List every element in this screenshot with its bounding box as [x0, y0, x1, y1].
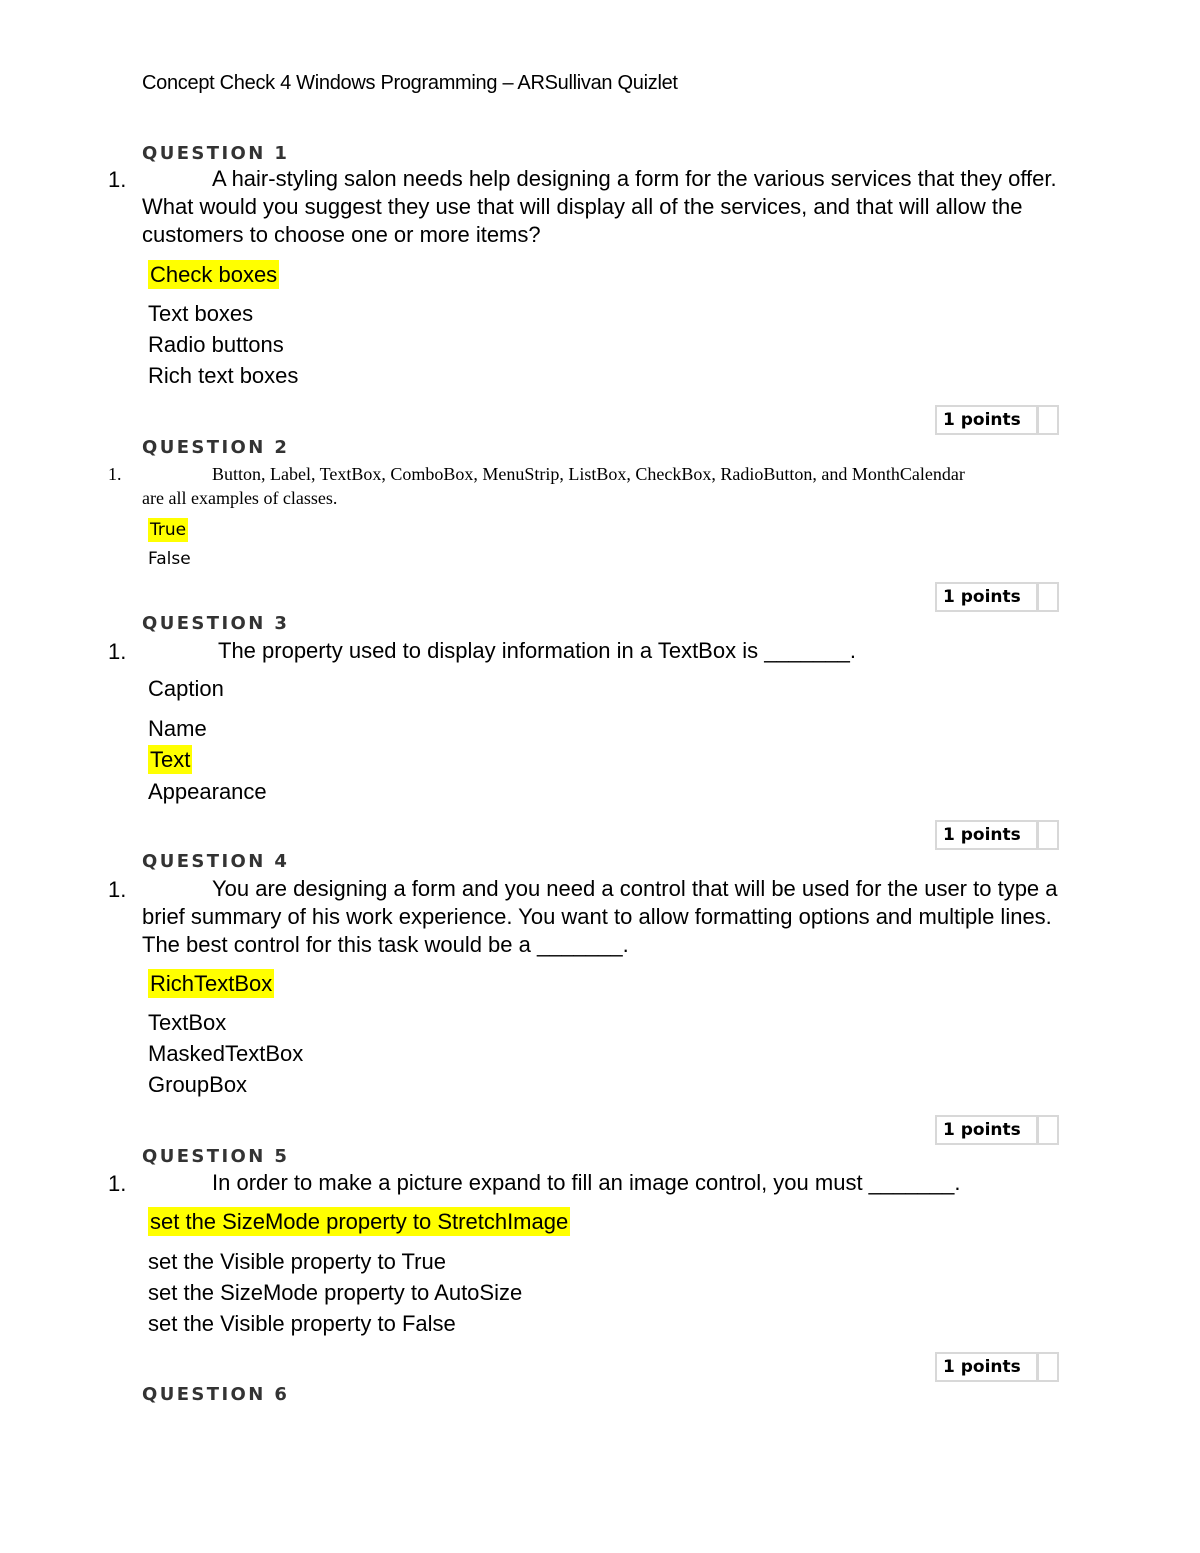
answer-option: TextBox — [148, 1010, 227, 1035]
answer-option: Text boxes — [148, 301, 254, 326]
question-text: Button, Label, TextBox, ComboBox, MenuSt… — [142, 464, 965, 508]
document-title: Concept Check 4 Windows Programming – AR… — [142, 72, 678, 94]
points-label: 1 points — [937, 822, 1039, 848]
answer-option: Name — [148, 716, 207, 741]
question-header: QUESTION 6 — [142, 1384, 290, 1405]
question-header: QUESTION 2 — [142, 437, 290, 458]
answer-option: MaskedTextBox — [148, 1041, 304, 1066]
question-header: QUESTION 5 — [142, 1146, 290, 1167]
points-label: 1 points — [937, 1117, 1039, 1143]
points-label: 1 points — [937, 584, 1039, 610]
answer-option-highlighted: Text — [148, 745, 193, 774]
points-input[interactable] — [1039, 407, 1057, 433]
question-text: The property used to display information… — [218, 638, 856, 663]
answer-option: Radio buttons — [148, 332, 284, 357]
answer-option: set the SizeMode property to AutoSize — [148, 1280, 523, 1305]
answer-option: Appearance — [148, 779, 267, 804]
points-box: 1 points — [935, 1115, 1059, 1145]
question-header: QUESTION 4 — [142, 851, 290, 872]
question-number: 1. — [108, 167, 127, 192]
question-number: 1. — [108, 464, 122, 484]
answer-option-highlighted: RichTextBox — [148, 969, 275, 998]
answer-option: set the Visible property to False — [148, 1311, 456, 1336]
answer-option-highlighted: set the SizeMode property to StretchImag… — [148, 1207, 571, 1236]
answer-option-highlighted: True — [148, 518, 189, 542]
answer-option: Caption — [148, 676, 224, 701]
points-box: 1 points — [935, 820, 1059, 850]
points-box: 1 points — [935, 582, 1059, 612]
answer-option: Rich text boxes — [148, 363, 299, 388]
points-input[interactable] — [1039, 1354, 1057, 1380]
answer-option: False — [148, 549, 191, 569]
question-text: In order to make a picture expand to fil… — [212, 1170, 961, 1195]
question-number: 1. — [108, 1171, 127, 1196]
question-header: QUESTION 1 — [142, 143, 290, 164]
points-box: 1 points — [935, 405, 1059, 435]
points-box: 1 points — [935, 1352, 1059, 1382]
question-number: 1. — [108, 877, 127, 902]
answer-option: set the Visible property to True — [148, 1249, 446, 1274]
question-number: 1. — [108, 639, 127, 664]
answer-option: GroupBox — [148, 1072, 248, 1097]
question-text: A hair-styling salon needs help designin… — [142, 166, 1057, 247]
points-input[interactable] — [1039, 584, 1057, 610]
question-text: You are designing a form and you need a … — [142, 876, 1058, 957]
points-label: 1 points — [937, 1354, 1039, 1380]
answer-option-highlighted: Check boxes — [148, 260, 280, 289]
points-input[interactable] — [1039, 822, 1057, 848]
points-input[interactable] — [1039, 1117, 1057, 1143]
question-header: QUESTION 3 — [142, 613, 290, 634]
points-label: 1 points — [937, 407, 1039, 433]
